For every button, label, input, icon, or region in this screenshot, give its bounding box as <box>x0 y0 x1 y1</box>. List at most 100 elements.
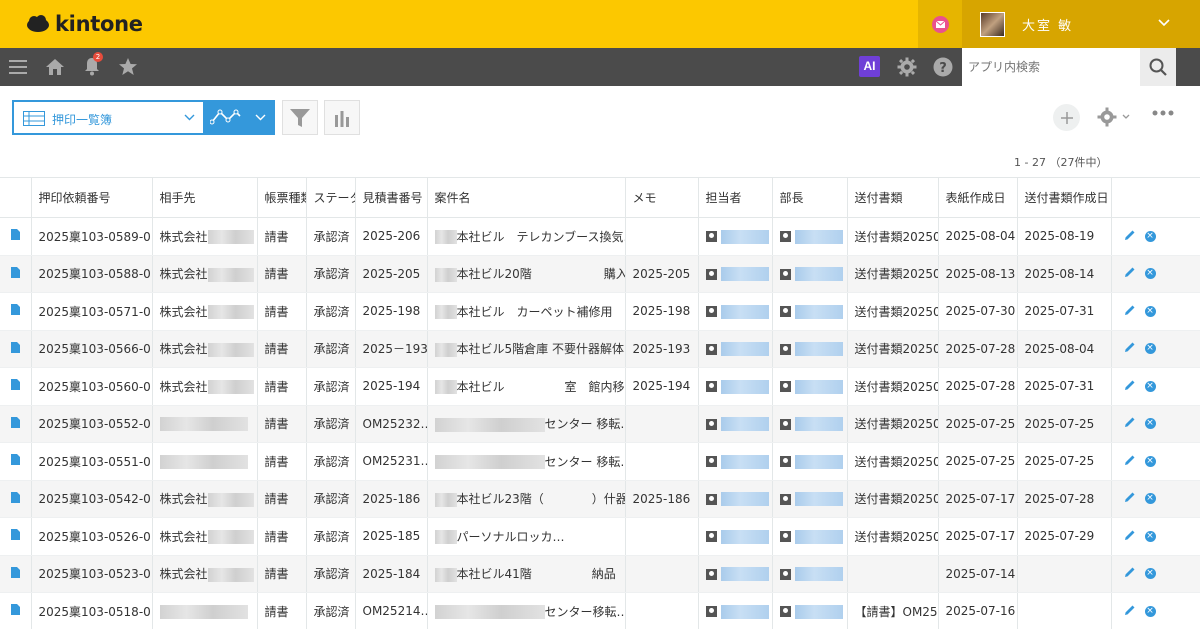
manager-cell[interactable] <box>772 442 848 481</box>
redacted-user[interactable] <box>794 304 843 319</box>
record-detail-cell[interactable] <box>0 592 32 629</box>
redacted-user[interactable] <box>794 604 843 619</box>
record-detail-cell[interactable] <box>0 405 32 443</box>
document-icon[interactable] <box>10 229 20 243</box>
assignee-cell[interactable] <box>698 480 773 518</box>
ai-button[interactable]: AI <box>859 56 880 77</box>
delete-icon[interactable]: × <box>1144 380 1156 392</box>
redacted-user[interactable] <box>720 604 769 619</box>
document-icon[interactable] <box>10 491 20 506</box>
redacted-user[interactable] <box>794 454 843 469</box>
column-header[interactable]: 見積書番号 <box>355 177 428 218</box>
table-row[interactable]: 2025稟103-0526-01 株式会社 請書 承認済 2025-185 パーソナルロッ… <box>0 517 1200 556</box>
manager-cell[interactable] <box>772 255 848 293</box>
assignee-cell[interactable] <box>698 330 773 368</box>
sent-docs-cell[interactable]: 送付書類202507 <box>847 480 939 518</box>
edit-icon[interactable] <box>1124 229 1136 244</box>
document-icon[interactable] <box>10 416 20 431</box>
assignee-cell[interactable] <box>698 255 773 293</box>
redacted-user[interactable] <box>720 342 769 356</box>
kintone-logo[interactable]: kintone <box>26 10 143 38</box>
column-header[interactable]: 送付書類 <box>847 177 939 218</box>
app-settings-icon[interactable] <box>1097 106 1131 128</box>
sent-docs-cell[interactable]: 送付書類202507 <box>847 367 939 406</box>
manager-cell[interactable] <box>772 480 848 518</box>
record-detail-cell[interactable] <box>0 367 32 406</box>
record-detail-cell[interactable] <box>0 255 32 293</box>
view-selector[interactable]: 押印一覧簿 <box>12 100 205 135</box>
edit-icon[interactable] <box>1124 304 1136 319</box>
record-detail-cell[interactable] <box>0 442 32 481</box>
table-row[interactable]: 2025稟103-0588-01 株式会社 請書 承認済 2025-205 本社ビル20階… <box>0 255 1200 293</box>
table-row[interactable]: 2025稟103-0518-01 請書 承認済 OM25214… センター移転… 【請書】… <box>0 592 1200 629</box>
delete-icon[interactable]: × <box>1144 305 1156 317</box>
edit-icon[interactable] <box>1124 266 1136 281</box>
redacted-user[interactable] <box>720 379 769 394</box>
column-header[interactable]: 担当者 <box>698 177 773 218</box>
redacted-user[interactable] <box>720 267 769 281</box>
manager-cell[interactable] <box>772 330 848 368</box>
column-header[interactable]: メモ <box>625 177 699 218</box>
manager-cell[interactable] <box>772 217 848 256</box>
assignee-cell[interactable] <box>698 292 773 331</box>
edit-icon[interactable] <box>1124 491 1136 506</box>
redacted-user[interactable] <box>794 342 843 356</box>
mail-button[interactable] <box>918 0 962 48</box>
document-icon[interactable] <box>10 566 20 581</box>
edit-icon[interactable] <box>1124 379 1136 394</box>
home-icon[interactable] <box>45 58 65 76</box>
delete-icon[interactable]: × <box>1144 455 1156 467</box>
redacted-user[interactable] <box>720 304 769 319</box>
document-icon[interactable] <box>10 341 20 356</box>
column-header[interactable]: 相手先 <box>152 177 258 218</box>
redacted-user[interactable] <box>720 454 769 469</box>
assignee-cell[interactable] <box>698 405 773 443</box>
manager-cell[interactable] <box>772 555 848 593</box>
manager-cell[interactable] <box>772 592 848 629</box>
assignee-cell[interactable] <box>698 555 773 593</box>
filter-button[interactable] <box>282 100 318 135</box>
sent-docs-cell[interactable]: 送付書類202507 <box>847 517 939 556</box>
menu-icon[interactable] <box>9 60 27 74</box>
redacted-user[interactable] <box>794 417 843 431</box>
delete-icon[interactable]: × <box>1144 568 1156 580</box>
gear-icon[interactable] <box>897 57 917 77</box>
delete-icon[interactable]: × <box>1144 605 1156 617</box>
sent-docs-cell[interactable]: 【請書】OM252 <box>847 592 939 629</box>
sent-docs-cell[interactable]: 送付書類202508 <box>847 330 939 368</box>
redacted-user[interactable] <box>720 529 769 544</box>
column-header[interactable]: 送付書類作成日 <box>1017 177 1112 218</box>
delete-icon[interactable]: × <box>1144 418 1156 430</box>
table-row[interactable]: 2025稟103-0566-01 株式会社 請書 承認済 2025－193 本社ビル5階倉… <box>0 330 1200 368</box>
table-row[interactable]: 2025稟103-0542-01 株式会社 請書 承認済 2025-186 本社ビル23階… <box>0 480 1200 518</box>
delete-icon[interactable]: × <box>1144 343 1156 355</box>
document-icon[interactable] <box>10 304 20 318</box>
chart-button[interactable] <box>324 100 360 135</box>
redacted-user[interactable] <box>794 567 843 581</box>
assignee-cell[interactable] <box>698 517 773 556</box>
column-header[interactable]: ステータス <box>306 177 356 218</box>
assignee-cell[interactable] <box>698 217 773 256</box>
add-record-button[interactable] <box>1053 104 1080 131</box>
table-row[interactable]: 2025稟103-0571-01 株式会社 請書 承認済 2025-198 本社ビル カー… <box>0 292 1200 331</box>
manager-cell[interactable] <box>772 517 848 556</box>
manager-cell[interactable] <box>772 405 848 443</box>
manager-cell[interactable] <box>772 292 848 331</box>
delete-icon[interactable]: × <box>1144 268 1156 280</box>
column-header[interactable]: 案件名 <box>427 177 626 218</box>
assignee-cell[interactable] <box>698 442 773 481</box>
record-detail-cell[interactable] <box>0 330 32 368</box>
assignee-cell[interactable] <box>698 592 773 629</box>
document-icon[interactable] <box>10 454 20 468</box>
redacted-user[interactable] <box>720 417 769 431</box>
redacted-user[interactable] <box>794 379 843 394</box>
record-detail-cell[interactable] <box>0 517 32 556</box>
table-row[interactable]: 2025稟103-0523-01 株式会社 請書 承認済 2025-184 本社ビル41階… <box>0 555 1200 593</box>
document-icon[interactable] <box>10 266 20 281</box>
edit-icon[interactable] <box>1124 604 1136 619</box>
sent-docs-cell[interactable]: 送付書類202507 <box>847 442 939 481</box>
delete-icon[interactable]: × <box>1144 230 1156 242</box>
column-header[interactable]: 帳票種類 <box>257 177 307 218</box>
sent-docs-cell[interactable]: 送付書類202507 <box>847 405 939 443</box>
graph-view-button[interactable] <box>205 100 275 135</box>
